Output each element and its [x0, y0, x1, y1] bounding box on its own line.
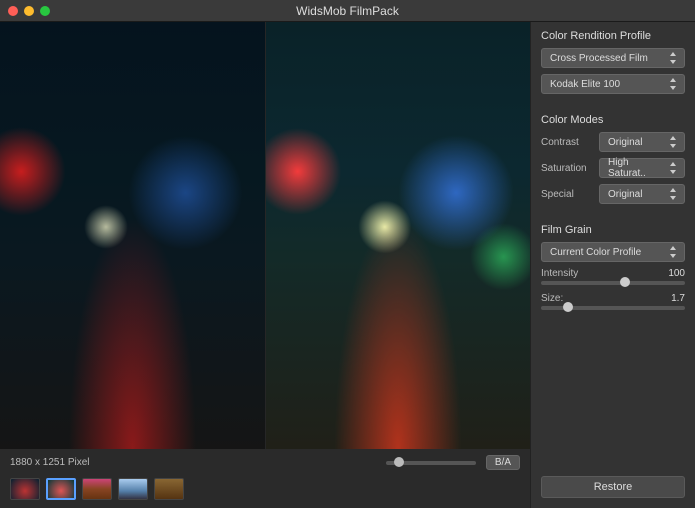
updown-icon — [669, 246, 679, 258]
saturation-label: Saturation — [541, 163, 593, 174]
info-row: 1880 x 1251 Pixel B/A — [10, 455, 520, 470]
intensity-row: Intensity 100 — [541, 268, 685, 279]
size-label: Size: — [541, 293, 563, 304]
special-label: Special — [541, 189, 593, 200]
updown-icon — [669, 162, 679, 174]
grain-profile-select[interactable]: Current Color Profile — [541, 242, 685, 262]
color-modes-section: Color Modes Contrast Original Saturation… — [541, 114, 685, 210]
film-stock-value: Kodak Elite 100 — [550, 79, 620, 90]
section-title: Film Grain — [541, 224, 685, 236]
titlebar: WidsMob FilmPack — [0, 0, 695, 22]
color-rendition-section: Color Rendition Profile Cross Processed … — [541, 30, 685, 100]
updown-icon — [669, 52, 679, 64]
thumbnail[interactable] — [82, 478, 112, 500]
contrast-label: Contrast — [541, 137, 593, 148]
special-select[interactable]: Original — [599, 184, 685, 204]
updown-icon — [669, 188, 679, 200]
right-panel: Color Rendition Profile Cross Processed … — [530, 22, 695, 508]
contrast-select[interactable]: Original — [599, 132, 685, 152]
restore-button[interactable]: Restore — [541, 476, 685, 498]
saturation-select[interactable]: High Saturat.. — [599, 158, 685, 178]
updown-icon — [669, 78, 679, 90]
updown-icon — [669, 136, 679, 148]
intensity-value: 100 — [668, 268, 685, 279]
size-slider-knob[interactable] — [563, 302, 573, 312]
main-layout: 1880 x 1251 Pixel B/A Color Rendition Pr… — [0, 22, 695, 508]
intensity-slider-knob[interactable] — [620, 277, 630, 287]
contrast-value: Original — [608, 137, 642, 148]
traffic-lights — [8, 6, 50, 16]
preview-compare[interactable] — [0, 22, 530, 449]
image-dimensions: 1880 x 1251 Pixel — [10, 457, 90, 468]
film-type-value: Cross Processed Film — [550, 53, 648, 64]
window-title: WidsMob FilmPack — [0, 4, 695, 18]
intensity-slider[interactable] — [541, 281, 685, 285]
size-row: Size: 1.7 — [541, 293, 685, 304]
before-after-toggle[interactable]: B/A — [486, 455, 520, 470]
bottom-strip: 1880 x 1251 Pixel B/A — [0, 449, 530, 508]
zoom-slider-knob[interactable] — [394, 457, 404, 467]
section-title: Color Modes — [541, 114, 685, 126]
size-slider[interactable] — [541, 306, 685, 310]
thumbnail[interactable] — [154, 478, 184, 500]
zoom-slider[interactable] — [386, 461, 476, 465]
close-window-button[interactable] — [8, 6, 18, 16]
saturation-row: Saturation High Saturat.. — [541, 158, 685, 178]
section-title: Color Rendition Profile — [541, 30, 685, 42]
thumbnail[interactable] — [118, 478, 148, 500]
saturation-value: High Saturat.. — [608, 157, 669, 179]
special-value: Original — [608, 189, 642, 200]
thumbnail[interactable] — [46, 478, 76, 500]
film-stock-select[interactable]: Kodak Elite 100 — [541, 74, 685, 94]
maximize-window-button[interactable] — [40, 6, 50, 16]
grain-profile-value: Current Color Profile — [550, 247, 641, 258]
size-value: 1.7 — [671, 293, 685, 304]
thumbnail[interactable] — [10, 478, 40, 500]
preview-before — [0, 22, 265, 449]
minimize-window-button[interactable] — [24, 6, 34, 16]
left-panel: 1880 x 1251 Pixel B/A — [0, 22, 530, 508]
film-type-select[interactable]: Cross Processed Film — [541, 48, 685, 68]
intensity-label: Intensity — [541, 268, 578, 279]
film-grain-section: Film Grain Current Color Profile Intensi… — [541, 224, 685, 318]
preview-after — [266, 22, 531, 449]
special-row: Special Original — [541, 184, 685, 204]
thumbnail-strip — [10, 478, 520, 500]
contrast-row: Contrast Original — [541, 132, 685, 152]
